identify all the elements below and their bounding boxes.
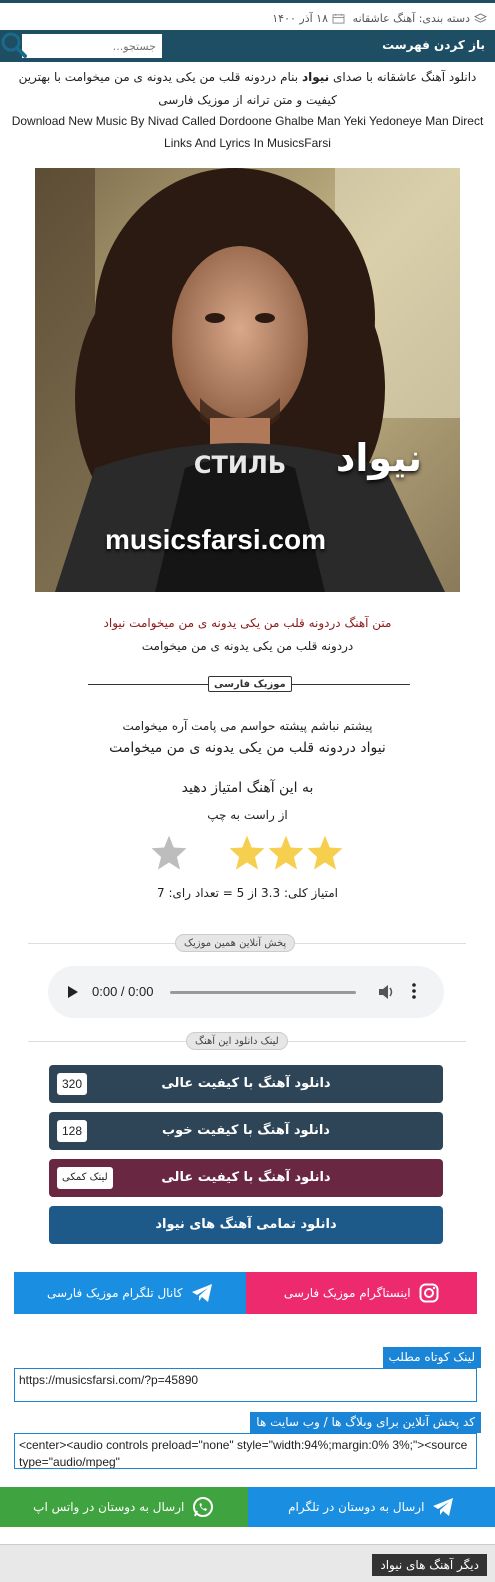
lyric-line: نیواد دردونه قلب من یکی یدونه ی من میخوا… (109, 740, 386, 756)
instagram-icon (419, 1283, 439, 1303)
more-options-icon[interactable] (412, 982, 416, 1000)
volume-icon[interactable] (378, 984, 396, 1000)
search-icon[interactable] (0, 30, 28, 60)
cover-image: СТИЛЬ نیواد musicsfarsi.com (35, 168, 460, 592)
share-buttons: ارسال به دوستان در واتس اپ ارسال به دوست… (0, 1487, 495, 1527)
intro-artist: نیواد (301, 70, 330, 84)
search-box (22, 34, 162, 58)
audio-player: 0:00 / 0:00 (48, 966, 444, 1018)
telegram-icon (191, 1284, 212, 1302)
cover-artist-name: نیواد (335, 436, 422, 480)
lyrics-title: متن آهنگ دردونه قلب من یکی یدونه ی من می… (103, 616, 392, 630)
cover-watermark: musicsfarsi.com (105, 524, 326, 555)
mirror-badge: لینک کمکی (57, 1167, 113, 1189)
download-128-button[interactable]: دانلود آهنگ با کیفیت خوب 128 (49, 1112, 443, 1150)
intro-prefix: دانلود آهنگ عاشقانه با صدای (333, 70, 477, 84)
embed-label: کد پخش آنلاین برای وبلاگ ها / وب سایت ها (250, 1412, 481, 1433)
star-icon-2[interactable] (267, 834, 305, 872)
audio-progress[interactable] (170, 991, 356, 994)
download-all-button[interactable]: دانلود تمامی آهنگ های نیواد (49, 1206, 443, 1244)
other-songs-title: دیگر آهنگ های نیواد (372, 1554, 487, 1576)
play-icon[interactable] (68, 986, 78, 998)
lyrics-subtitle: دردونه قلب من یکی یدونه ی من میخوامت (141, 639, 354, 653)
date-label: ۱۸ آذر ۱۴۰۰ (272, 12, 328, 25)
download-label: دانلود تمامی آهنگ های نیواد (155, 1217, 337, 1232)
quality-badge: 128 (57, 1120, 88, 1142)
telegram-channel-label: کانال تلگرام موزیک فارسی (46, 1286, 183, 1300)
rating-direction: از راست به چپ (207, 808, 288, 822)
quality-badge: 320 (57, 1073, 88, 1095)
player-section-label: پخش آنلاین همین موزیک (175, 934, 296, 952)
whatsapp-share-label: ارسال به دوستان در واتس اپ (33, 1500, 185, 1514)
social-links: کانال تلگرام موزیک فارسی اینستاگرام موزی… (14, 1272, 477, 1314)
star-icon-1[interactable] (306, 834, 344, 872)
open-menu-button[interactable]: باز کردن فهرست (382, 38, 485, 52)
divider-badge: موزیک فارسی (208, 676, 292, 692)
download-label: دانلود آهنگ با کیفیت عالی (161, 1076, 331, 1091)
rating-question: به این آهنگ امتیاز دهید (181, 780, 314, 796)
category-label[interactable]: دسته بندی: آهنگ عاشقانه (353, 12, 470, 25)
telegram-channel-button[interactable]: کانال تلگرام موزیک فارسی (14, 1272, 246, 1314)
telegram-share-label: ارسال به دوستان در تلگرام (288, 1500, 425, 1514)
post-date: ۱۸ آذر ۱۴۰۰ (272, 12, 345, 25)
rating-stars (150, 834, 350, 874)
download-section-label: لینک دانلود این آهنگ (186, 1032, 288, 1050)
intro-english: Download New Music By Nivad Called Dordo… (11, 114, 484, 150)
telegram-share-button[interactable]: ارسال به دوستان در تلگرام (247, 1487, 495, 1527)
star-icon-4[interactable] (150, 834, 188, 872)
whatsapp-share-button[interactable]: ارسال به دوستان در واتس اپ (0, 1487, 248, 1527)
search-input[interactable] (22, 34, 162, 58)
download-label: دانلود آهنگ با کیفیت عالی (161, 1170, 331, 1185)
calendar-icon (332, 13, 345, 24)
shortlink-label: لینک کوتاه مطلب (382, 1347, 481, 1368)
layers-icon (474, 13, 487, 23)
shirt-text: СТИЛЬ (194, 451, 286, 479)
navbar: باز کردن فهرست (0, 30, 495, 62)
shortlink-field[interactable]: https://musicsfarsi.com/?p=45890 (14, 1368, 477, 1402)
whatsapp-icon (193, 1497, 214, 1517)
post-category[interactable]: دسته بندی: آهنگ عاشقانه (353, 12, 487, 25)
telegram-icon (433, 1498, 454, 1516)
post-meta-bar: دسته بندی: آهنگ عاشقانه ۱۸ آذر ۱۴۰۰ (0, 0, 495, 30)
instagram-button[interactable]: اینستاگرام موزیک فارسی (245, 1272, 477, 1314)
intro-suffix: بنام دردونه قلب من یکی یدونه ی من میخوام… (18, 70, 337, 107)
embed-code-field[interactable]: <center><audio controls preload="none" s… (14, 1433, 477, 1469)
other-songs-section: دیگر آهنگ های نیواد (0, 1544, 495, 1582)
download-320-button[interactable]: دانلود آهنگ با کیفیت عالی 320 (49, 1065, 443, 1103)
instagram-label: اینستاگرام موزیک فارسی (283, 1286, 411, 1300)
post-intro: دانلود آهنگ عاشقانه با صدای نیواد بنام د… (10, 66, 485, 112)
rating-total: امتیاز کلی: 3.3 از 5 = تعداد رای: 7 (157, 886, 338, 900)
download-mirror-button[interactable]: دانلود آهنگ با کیفیت عالی لینک کمکی (49, 1159, 443, 1197)
lyric-line: پیشتم نباشم پیشته حواسم می پامت آره میخو… (122, 719, 373, 733)
download-label: دانلود آهنگ با کیفیت خوب (162, 1123, 330, 1138)
audio-time: 0:00 / 0:00 (92, 984, 154, 999)
star-icon-3[interactable] (228, 834, 266, 872)
